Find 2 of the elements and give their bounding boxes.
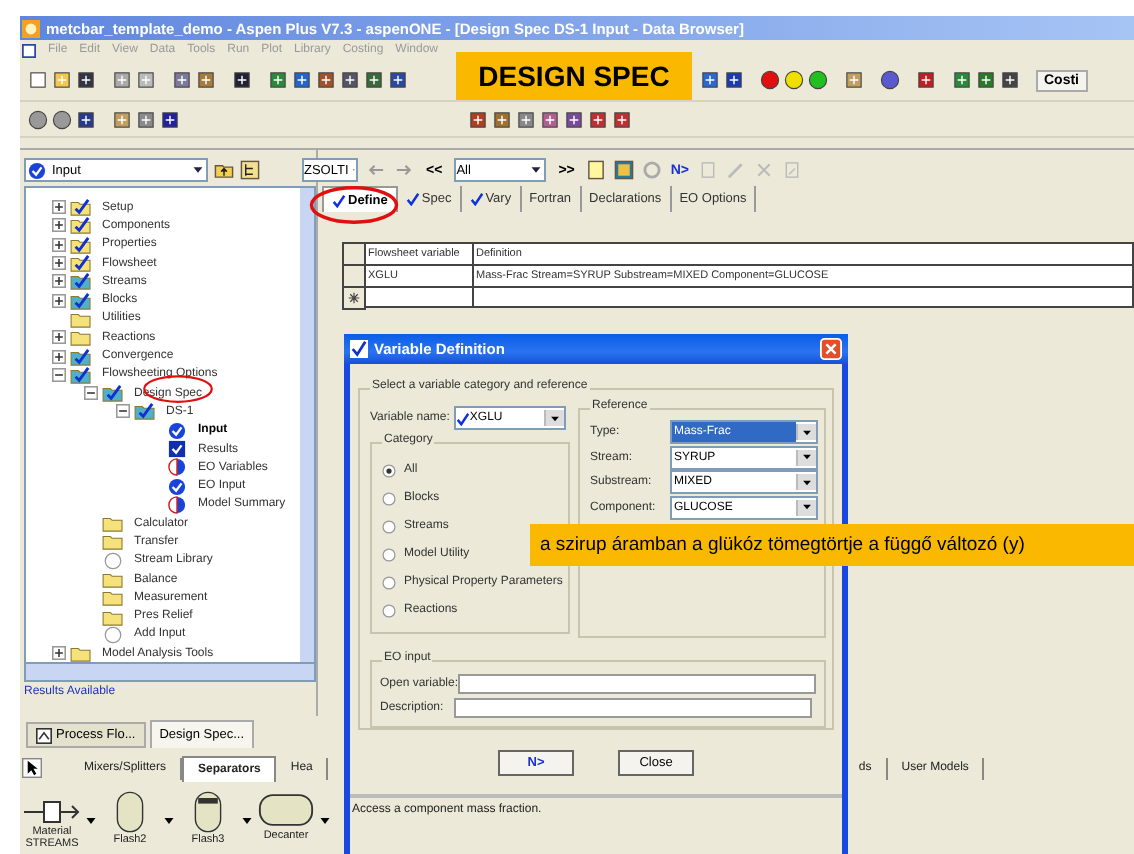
- annotation-label: a szirup áramban a glükóz tömegtörtje a függő változó (y): [530, 524, 1134, 566]
- callout-label: DESIGN SPEC: [456, 52, 692, 100]
